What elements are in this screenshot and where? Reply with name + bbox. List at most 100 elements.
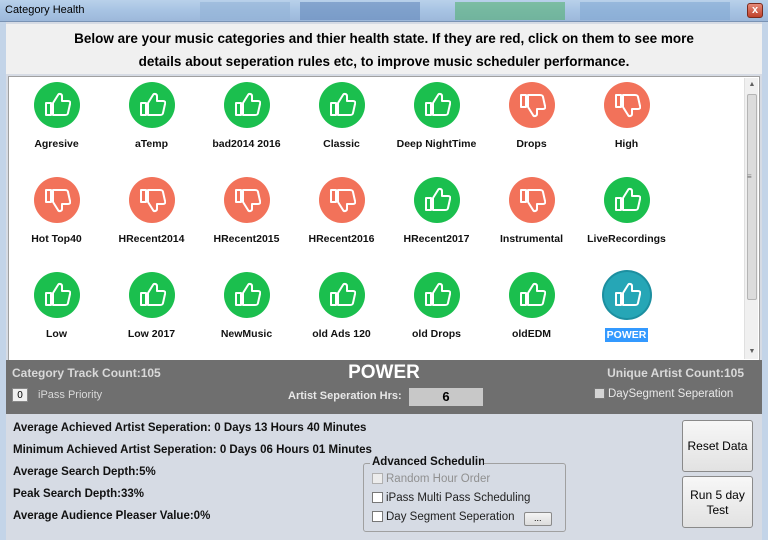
checkbox-icon: [594, 388, 605, 399]
ipass-multi-pass-label: iPass Multi Pass Scheduling: [386, 492, 531, 504]
category-info-bar: Category Track Count:105 POWER Unique Ar…: [6, 360, 762, 414]
category-tile[interactable]: Drops: [484, 82, 579, 150]
random-hour-order-label: Random Hour Order: [386, 473, 491, 485]
run-test-label-line-1: Run 5 day: [690, 488, 745, 502]
run-test-label-line-2: Test: [706, 503, 729, 517]
thumbs-down-icon: [508, 177, 555, 223]
instructions-line-1: Below are your music categories and thie…: [74, 31, 694, 46]
thumbs-down-icon: [508, 82, 555, 128]
thumbs-up-icon: [413, 82, 460, 128]
checkbox-icon: [372, 511, 383, 522]
category-label: Drops: [516, 138, 547, 150]
scroll-up-icon[interactable]: ▲: [745, 78, 759, 92]
category-label: HRecent2017: [403, 233, 470, 245]
thumbs-up-icon: [413, 177, 460, 223]
vertical-scrollbar[interactable]: ▲ ≡ ▼: [744, 78, 758, 359]
instructions-line-2: details about seperation rules etc, to i…: [138, 54, 630, 69]
scroll-down-icon[interactable]: ▼: [745, 345, 759, 359]
checkbox-icon: [372, 473, 383, 484]
ipass-priority-field[interactable]: 0: [12, 388, 28, 402]
day-segment-separation-checkbox[interactable]: Day Segment Seperation ...: [372, 511, 552, 526]
category-label: HRecent2016: [308, 233, 375, 245]
thumbs-up-icon: [508, 272, 555, 318]
thumbs-up-icon: [603, 177, 650, 223]
random-hour-order-checkbox[interactable]: Random Hour Order: [372, 473, 490, 485]
category-label: Deep NightTime: [396, 138, 477, 150]
category-label: Low: [46, 328, 67, 340]
category-tile[interactable]: LiveRecordings: [579, 177, 674, 245]
unique-artist-count: Unique Artist Count:105: [607, 366, 744, 380]
min-artist-separation: Minimum Achieved Artist Seperation: 0 Da…: [13, 444, 372, 456]
category-tile[interactable]: Instrumental: [484, 177, 579, 245]
category-tile[interactable]: HRecent2016: [294, 177, 389, 245]
category-label: NewMusic: [220, 328, 273, 340]
thumbs-up-icon: [33, 82, 80, 128]
avg-artist-separation: Average Achieved Artist Seperation: 0 Da…: [13, 422, 367, 434]
thumbs-down-icon: [33, 177, 80, 223]
category-label: old Drops: [412, 328, 461, 340]
category-label: Agresive: [34, 138, 79, 150]
thumbs-up-icon: [603, 272, 650, 318]
daysegment-separation-checkbox[interactable]: DaySegment Seperation: [594, 388, 733, 400]
ipass-multi-pass-checkbox[interactable]: iPass Multi Pass Scheduling: [372, 492, 530, 504]
category-label: Classic: [323, 138, 360, 150]
category-tile[interactable]: HRecent2014: [104, 177, 199, 245]
title-bar: Category Health x: [0, 0, 768, 22]
close-button[interactable]: x: [747, 3, 763, 18]
daysegment-separation-label: DaySegment Seperation: [608, 388, 734, 400]
category-tile[interactable]: NewMusic: [199, 272, 294, 340]
ipass-priority-label: iPass Priority: [38, 389, 103, 401]
category-label: LiveRecordings: [587, 233, 666, 245]
category-label: POWER: [604, 328, 649, 342]
category-tile[interactable]: old Ads 120: [294, 272, 389, 340]
artist-separation-label: Artist Seperation Hrs:: [288, 390, 402, 402]
category-label: old Ads 120: [312, 328, 371, 340]
category-label: bad2014 2016: [212, 138, 281, 150]
category-grid: Agresive aTemp bad2014 2016 Classic Deep Nig…: [8, 76, 760, 361]
category-label: aTemp: [134, 138, 169, 150]
category-tile[interactable]: HRecent2015: [199, 177, 294, 245]
thumbs-up-icon: [223, 82, 270, 128]
category-label: oldEDM: [511, 328, 552, 340]
thumbs-down-icon: [223, 177, 270, 223]
artist-separation-field[interactable]: 6: [409, 388, 483, 406]
category-tile[interactable]: Low: [9, 272, 104, 340]
thumbs-up-icon: [33, 272, 80, 318]
category-tile[interactable]: Low 2017: [104, 272, 199, 340]
checkbox-icon: [372, 492, 383, 503]
close-icon: x: [751, 4, 759, 16]
category-tile[interactable]: aTemp: [104, 82, 199, 150]
category-tile[interactable]: bad2014 2016: [199, 82, 294, 150]
advanced-scheduling-group: Advanced Scheduling Random Hour Order iP…: [363, 456, 566, 532]
category-tile[interactable]: Hot Top40: [9, 177, 104, 245]
category-label: High: [614, 138, 639, 150]
thumbs-up-icon: [128, 272, 175, 318]
advanced-scheduling-legend: Advanced Scheduling: [370, 456, 484, 468]
day-segment-separation-label: Day Segment Seperation: [386, 511, 515, 523]
thumbs-down-icon: [128, 177, 175, 223]
thumbs-up-icon: [128, 82, 175, 128]
run-5-day-test-button[interactable]: Run 5 day Test: [682, 476, 753, 528]
category-tile[interactable]: Classic: [294, 82, 389, 150]
thumbs-down-icon: [603, 82, 650, 128]
thumbs-up-icon: [318, 272, 365, 318]
category-label: Instrumental: [499, 233, 563, 245]
category-tile[interactable]: HRecent2017: [389, 177, 484, 245]
category-label: HRecent2014: [118, 233, 185, 245]
thumbs-up-icon: [223, 272, 270, 318]
category-tile[interactable]: POWER: [579, 272, 674, 343]
category-tile[interactable]: oldEDM: [484, 272, 579, 340]
thumbs-up-icon: [413, 272, 460, 318]
category-tile[interactable]: Deep NightTime: [389, 82, 484, 150]
reset-data-button[interactable]: Reset Data: [682, 420, 753, 472]
thumbs-down-icon: [318, 177, 365, 223]
category-tile[interactable]: old Drops: [389, 272, 484, 340]
category-label: Low 2017: [127, 328, 176, 340]
category-tile[interactable]: Agresive: [9, 82, 104, 150]
instructions-header: Below are your music categories and thie…: [6, 24, 762, 74]
category-tile[interactable]: High: [579, 82, 674, 150]
more-options-button[interactable]: ...: [523, 512, 552, 526]
avg-audience-pleaser: Average Audience Pleaser Value:0%: [13, 510, 211, 522]
category-label: HRecent2015: [213, 233, 280, 245]
scrollbar-thumb[interactable]: [747, 94, 757, 300]
